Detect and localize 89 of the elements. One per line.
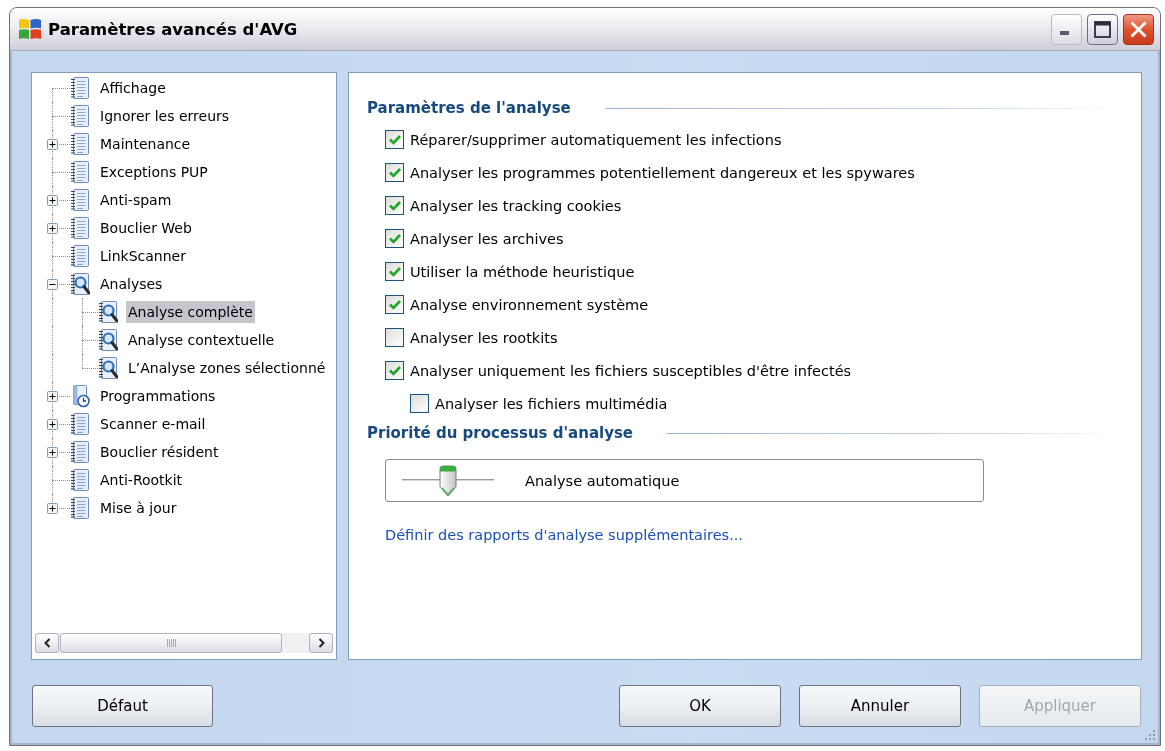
scrollbar-thumb[interactable]	[60, 633, 282, 653]
grip-icon	[166, 639, 176, 647]
tree-item[interactable]: Bouclier Web	[98, 217, 194, 239]
horizontal-scrollbar[interactable]	[35, 633, 333, 653]
checkbox[interactable]	[385, 130, 404, 149]
scroll-left-button[interactable]	[35, 633, 59, 653]
checkmark-icon	[388, 365, 401, 376]
checkmark-icon	[388, 266, 401, 277]
tree-item[interactable]: Mise à jour	[98, 497, 179, 519]
checkbox-label[interactable]: Analyser les programmes potentiellement dangereux et les spywares	[410, 164, 915, 181]
tree-item[interactable]: Analyse contextuelle	[126, 329, 277, 351]
checkbox[interactable]	[385, 328, 404, 347]
notepad-icon	[70, 244, 90, 268]
notepad-icon	[70, 468, 90, 492]
tree-item[interactable]: Anti-spam	[98, 189, 174, 211]
plus-box-icon[interactable]	[47, 503, 58, 514]
checkbox[interactable]	[385, 295, 404, 314]
plus-box-icon[interactable]	[47, 223, 58, 234]
checkbox-label[interactable]: Analyser les rootkits	[410, 329, 558, 346]
notepad-magnifier-icon	[98, 328, 118, 352]
checkbox[interactable]	[410, 394, 429, 413]
tree-item[interactable]: Programmations	[98, 385, 218, 407]
chevron-left-icon	[43, 638, 51, 648]
minus-box-icon[interactable]	[47, 279, 58, 290]
close-button[interactable]	[1123, 13, 1154, 45]
notepad-magnifier-icon	[98, 356, 118, 380]
checkbox[interactable]	[385, 163, 404, 182]
notepad-icon	[70, 76, 90, 100]
checkmark-icon	[388, 200, 401, 211]
window-title: Paramètres avancés d'AVG	[48, 19, 298, 39]
slider-thumb[interactable]	[438, 464, 458, 497]
checkbox-label[interactable]: Analyser les tracking cookies	[410, 197, 622, 214]
tree-item[interactable]: Anti-Rootkit	[98, 469, 185, 491]
tree-item[interactable]: Analyses	[98, 273, 165, 295]
checkbox[interactable]	[385, 361, 404, 380]
checkbox-label[interactable]: Analyser les archives	[410, 230, 564, 247]
tree-item[interactable]: LinkScanner	[98, 245, 188, 267]
resize-grip-icon[interactable]	[1144, 729, 1156, 741]
scroll-right-button[interactable]	[309, 633, 333, 653]
tree-item[interactable]: L’Analyse zones sélectionné	[126, 357, 328, 379]
section-heading: Paramètres de l'analyse	[367, 99, 571, 117]
checkbox-label[interactable]: Analyser uniquement les fichiers susceptibles d'être infectés	[410, 362, 852, 379]
checkmark-icon	[388, 299, 401, 310]
minimize-button[interactable]	[1051, 13, 1082, 45]
section-heading: Priorité du processus d'analyse	[367, 424, 634, 442]
notepad-icon	[70, 216, 90, 240]
checkbox[interactable]	[385, 262, 404, 281]
maximize-icon	[1094, 20, 1111, 38]
tree-item[interactable]: Affichage	[98, 77, 168, 99]
chevron-right-icon	[317, 638, 325, 648]
notepad-icon	[70, 496, 90, 520]
plus-box-icon[interactable]	[47, 391, 58, 402]
page-clock-icon	[70, 384, 90, 408]
tree-item[interactable]: Analyse complète	[126, 301, 255, 323]
tree-item[interactable]: Maintenance	[98, 133, 193, 155]
slider-value-label: Analyse automatique	[525, 472, 680, 489]
plus-box-icon[interactable]	[47, 195, 58, 206]
plus-box-icon[interactable]	[47, 447, 58, 458]
checkbox-label[interactable]: Utiliser la méthode heuristique	[410, 263, 635, 280]
app-logo-icon	[18, 17, 42, 41]
checkbox-label[interactable]: Réparer/supprimer automatiquement les infections	[410, 131, 782, 148]
checkbox[interactable]	[385, 229, 404, 248]
notepad-icon	[70, 104, 90, 128]
tree-item[interactable]: Scanner e-mail	[98, 413, 208, 435]
notepad-icon	[70, 440, 90, 464]
plus-box-icon[interactable]	[47, 419, 58, 430]
checkbox[interactable]	[385, 196, 404, 215]
notepad-magnifier-icon	[98, 300, 118, 324]
tree-item[interactable]: Bouclier résident	[98, 441, 221, 463]
dialog-button[interactable]: Annuler	[799, 685, 961, 727]
dialog-button[interactable]: Défaut	[32, 685, 213, 727]
minimize-icon	[1060, 30, 1069, 35]
notepad-icon	[70, 132, 90, 156]
checkbox-label[interactable]: Analyse environnement système	[410, 296, 649, 313]
checkmark-icon	[388, 134, 401, 145]
close-icon	[1130, 20, 1147, 38]
checkbox-label[interactable]: Analyser les fichiers multimédia	[435, 395, 668, 412]
checkmark-icon	[388, 167, 401, 178]
tree-item[interactable]: Ignorer les erreurs	[98, 105, 232, 127]
dialog-button[interactable]: OK	[619, 685, 781, 727]
maximize-button[interactable]	[1087, 13, 1118, 45]
reports-link[interactable]: Définir des rapports d'analyse supplémentaires...	[385, 526, 743, 544]
notepad-icon	[70, 188, 90, 212]
notepad-icon	[70, 160, 90, 184]
checkmark-icon	[388, 233, 401, 244]
notepad-icon	[70, 412, 90, 436]
notepad-magnifier-icon	[70, 272, 90, 296]
plus-box-icon[interactable]	[47, 139, 58, 150]
tree-item[interactable]: Exceptions PUP	[98, 161, 210, 183]
